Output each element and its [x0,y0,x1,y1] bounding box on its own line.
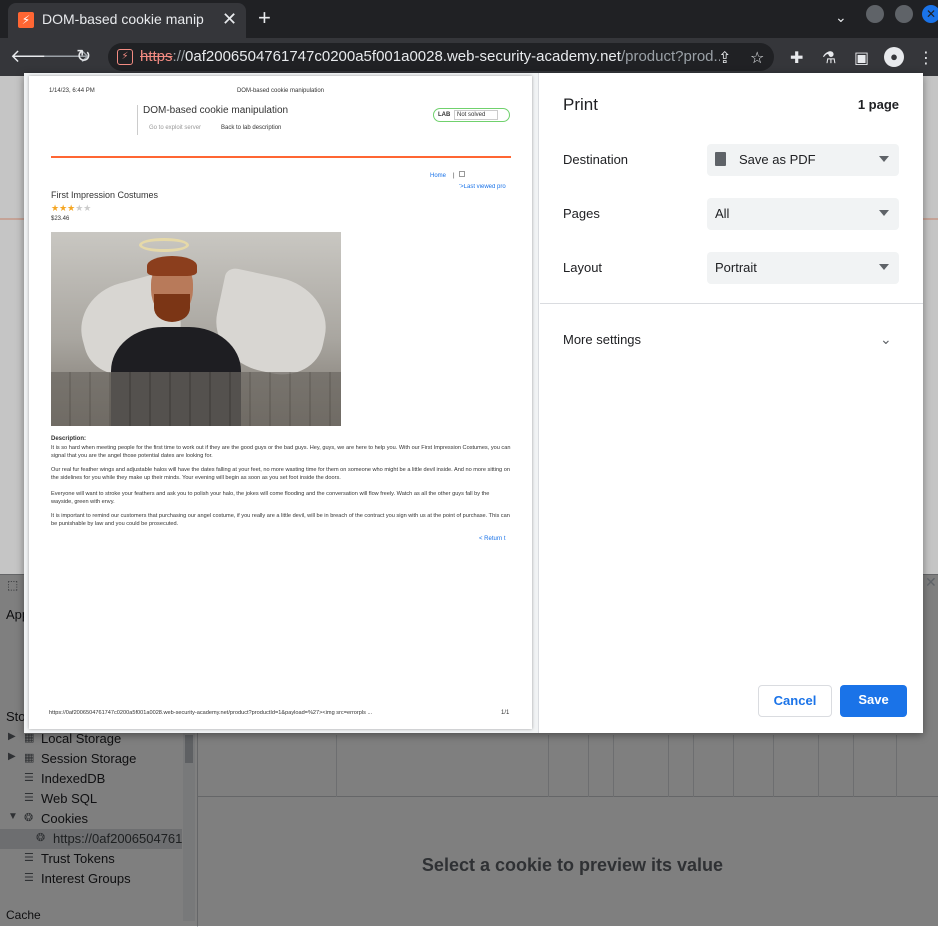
lab-title: DOM-based cookie manipulation [143,105,289,116]
pages-select[interactable]: All [707,198,899,230]
description-p2: Our real fur feather wings and adjustabl… [51,467,510,481]
close-window-button[interactable]: ✕ [922,5,938,23]
description-heading: Description: [51,436,87,442]
lightning-favicon-icon: ⚡ [18,12,34,28]
kebab-menu-icon[interactable]: ⋮ [918,48,934,68]
product-price: $23.46 [51,216,70,222]
description-p1: It is so hard when meeting people for th… [51,445,511,459]
more-settings-toggle[interactable]: More settings [563,332,641,347]
chevron-down-icon[interactable]: ⌄ [880,331,892,348]
product-title: First Impression Costumes [51,190,159,200]
exploit-server-link: Go to exploit server [149,125,202,131]
return-link: < Return t [479,536,506,542]
sidepanel-icon[interactable]: ▣ [854,48,869,68]
back-to-lab-link: Back to lab description [221,125,282,131]
last-viewed-link: '>Last viewed pro [459,184,506,190]
preview-home-link: Home [430,173,447,179]
preview-page: 1/14/23, 6:44 PM DOM-based cookie manipu… [29,76,532,729]
browser-toolbar: 🡐 🡒 ↻ ⚡ https://0af2006504761747c0200a5f… [0,38,938,76]
save-button[interactable]: Save [840,685,907,717]
preview-header-title: DOM-based cookie manipulation [236,88,325,94]
chevron-down-icon[interactable]: ⌄ [835,9,847,26]
cancel-button[interactable]: Cancel [758,685,832,717]
extensions-puzzle-icon[interactable]: ✚ [790,48,803,68]
devtools-close-icon[interactable]: ✕ [925,574,937,591]
profile-avatar-icon[interactable]: ● [884,47,904,67]
dropdown-caret-icon [879,264,889,270]
product-image [51,232,341,426]
maximize-button[interactable] [895,5,913,23]
page-count: 1 page [857,97,899,112]
destination-select[interactable]: Save as PDF [707,144,899,176]
preview-orange-rule [51,156,511,158]
document-icon [715,152,726,166]
print-settings-panel: Print 1 page Destination Save as PDF Pag… [540,73,923,733]
destination-label: Destination [563,152,629,167]
dropdown-caret-icon [879,210,889,216]
browser-tab[interactable]: ⚡ DOM-based cookie manip ✕ [8,3,246,38]
address-bar[interactable]: ⚡ https://0af2006504761747c0200a5f001a00… [108,43,774,71]
print-title: Print [563,95,598,114]
header-divider [137,105,138,135]
reload-icon[interactable]: ↻ [76,46,91,67]
url-text[interactable]: https://0af2006504761747c0200a5f001a0028… [140,48,720,65]
preview-nav-sep: | [453,173,455,179]
tab-title: DOM-based cookie manip [42,11,204,27]
flask-icon[interactable]: ⚗ [822,48,836,68]
pages-label: Pages [563,206,600,221]
close-tab-icon[interactable]: ✕ [222,9,237,30]
tab-strip: ⚡ DOM-based cookie manip ✕ + ⌄ ✕ [0,0,938,38]
print-preview-pane: 1/14/23, 6:44 PM DOM-based cookie manipu… [24,73,539,733]
print-dialog: 1/14/23, 6:44 PM DOM-based cookie manipu… [24,73,923,733]
description-p3: Everyone will want to stroke your feathe… [51,491,490,505]
bookmark-star-icon[interactable]: ☆ [750,48,764,68]
dropdown-caret-icon [879,156,889,162]
preview-footer-url: https://0af2006504761747c0200a5f001a0028… [49,710,373,716]
share-icon[interactable]: ⇪ [718,48,731,68]
broken-image-icon [459,171,465,177]
preview-footer-page: 1/1 [501,710,510,716]
new-tab-button[interactable]: + [258,5,271,31]
rating-stars: ★★★★★ [51,203,92,213]
layout-label: Layout [563,260,603,275]
layout-select[interactable]: Portrait [707,252,899,284]
lab-status-badge: LAB Not solved [433,108,510,122]
site-warning-icon: ⚡ [117,49,133,65]
description-p4: It is important to remind our customers … [51,513,510,527]
settings-divider [540,303,923,304]
minimize-button[interactable] [866,5,884,23]
